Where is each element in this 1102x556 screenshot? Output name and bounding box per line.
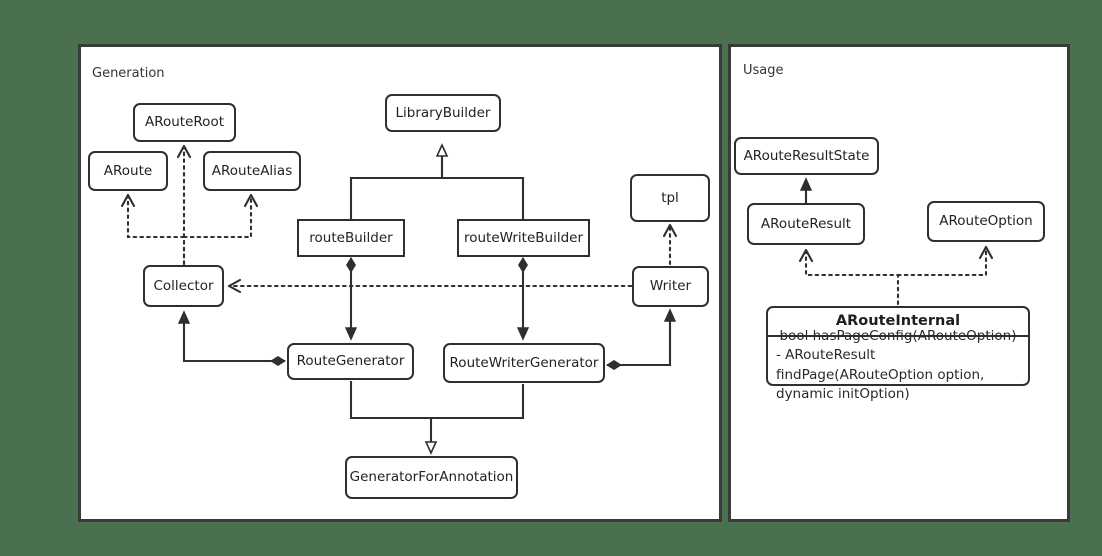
class-operation-line-2: findPage(ARouteOption option, — [776, 366, 985, 383]
node-label: RouteWriterGenerator — [449, 354, 599, 371]
node-label: RouteGenerator — [296, 353, 405, 370]
node-label: ARoute — [103, 162, 153, 179]
node-label: routeBuilder — [309, 229, 393, 246]
node-aroute-alias[interactable]: ARouteAlias — [203, 151, 301, 191]
class-attribute: bool hasPageConfig(ARouteOption) — [779, 328, 1017, 344]
node-label: Collector — [153, 277, 214, 294]
node-tpl[interactable]: tpl — [630, 174, 710, 222]
class-operation-line-1: - ARouteResult — [776, 347, 876, 363]
class-operation: - ARouteResult findPage(ARouteOption opt… — [776, 346, 1024, 405]
node-collector[interactable]: Collector — [143, 265, 224, 307]
class-aroute-internal[interactable]: ARouteInternal bool hasPageConfig(ARoute… — [766, 306, 1030, 402]
node-aroute[interactable]: ARoute — [88, 151, 168, 191]
node-label: LibraryBuilder — [395, 104, 491, 121]
node-label: ARouteResultState — [743, 147, 870, 164]
node-label: Writer — [649, 278, 692, 295]
node-label: ARouteAlias — [211, 162, 293, 179]
node-route-write-builder[interactable]: routeWriteBuilder — [457, 219, 590, 257]
panel-usage-title: Usage — [743, 63, 784, 78]
node-label: ARouteRoot — [144, 114, 224, 131]
panel-generation-title: Generation — [92, 66, 165, 81]
node-route-generator[interactable]: RouteGenerator — [287, 343, 414, 380]
node-label: ARouteResult — [760, 215, 852, 232]
node-route-builder[interactable]: routeBuilder — [297, 219, 405, 257]
class-operation-line-3: dynamic initOption) — [776, 386, 910, 403]
class-title: ARouteInternal — [835, 313, 961, 329]
node-aroute-result-state[interactable]: ARouteResultState — [734, 137, 879, 175]
node-generator-for-annotation[interactable]: GeneratorForAnnotation — [345, 456, 518, 499]
node-label: ARouteOption — [939, 213, 1033, 230]
node-label: routeWriteBuilder — [463, 229, 584, 246]
node-library-builder[interactable]: LibraryBuilder — [385, 94, 501, 132]
node-aroute-root[interactable]: ARouteRoot — [133, 103, 236, 142]
panel-usage — [728, 44, 1070, 522]
node-route-writer-generator[interactable]: RouteWriterGenerator — [443, 343, 605, 383]
node-aroute-option[interactable]: ARouteOption — [927, 201, 1045, 242]
node-writer[interactable]: Writer — [632, 266, 709, 307]
node-label: tpl — [661, 189, 679, 206]
node-aroute-result[interactable]: ARouteResult — [747, 203, 865, 245]
diagram-canvas: Generation Usage ARouteRoot ARoute ARout… — [0, 0, 1102, 556]
node-label: GeneratorForAnnotation — [349, 469, 514, 486]
